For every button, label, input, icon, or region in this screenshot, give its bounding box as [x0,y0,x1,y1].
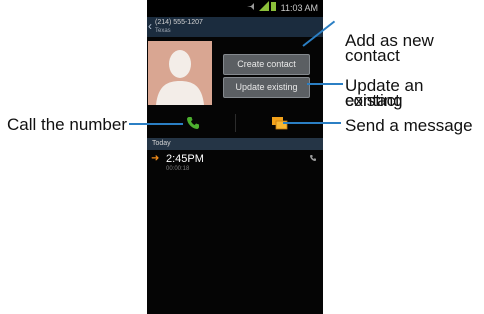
signal-icon [247,1,276,11]
call-duration: 00:00:18 [166,166,190,172]
phone-screen: 11:03 AM ‹ (214) 555-1207 Texas Create c… [147,0,323,314]
message-callout-line [283,122,341,124]
status-bar: 11:03 AM [147,0,323,17]
log-section-header: Today [147,138,323,150]
title-bar[interactable]: ‹ (214) 555-1207 Texas [147,17,323,37]
call-callout-line [129,123,183,125]
send-message-callout: Send a message [345,116,473,135]
action-divider [235,114,236,132]
person-silhouette-icon [156,50,204,105]
create-contact-button[interactable]: Create contact [223,54,310,75]
update-existing-button[interactable]: Update existing [223,77,310,98]
phone-number: (214) 555-1207 [155,19,203,26]
caller-location: Texas [155,28,171,34]
call-log-phone-icon [310,155,316,161]
call-button[interactable] [185,115,201,131]
update-callout-line2: contact [345,91,400,110]
contact-photo-placeholder [148,41,212,105]
phone-icon [187,117,199,129]
call-time: 2:45PM [166,153,204,165]
status-icons [245,0,277,18]
call-log-row[interactable]: ➜ 2:45PM 00:00:18 [147,151,323,177]
update-callout-line [307,83,343,85]
outgoing-call-icon: ➜ [151,153,160,164]
call-number-callout: Call the number [7,115,128,134]
section-label: Today [152,140,171,147]
back-icon[interactable]: ‹ [148,19,152,33]
status-time: 11:03 AM [280,3,318,13]
add-new-callout-line2: contact [345,46,400,65]
